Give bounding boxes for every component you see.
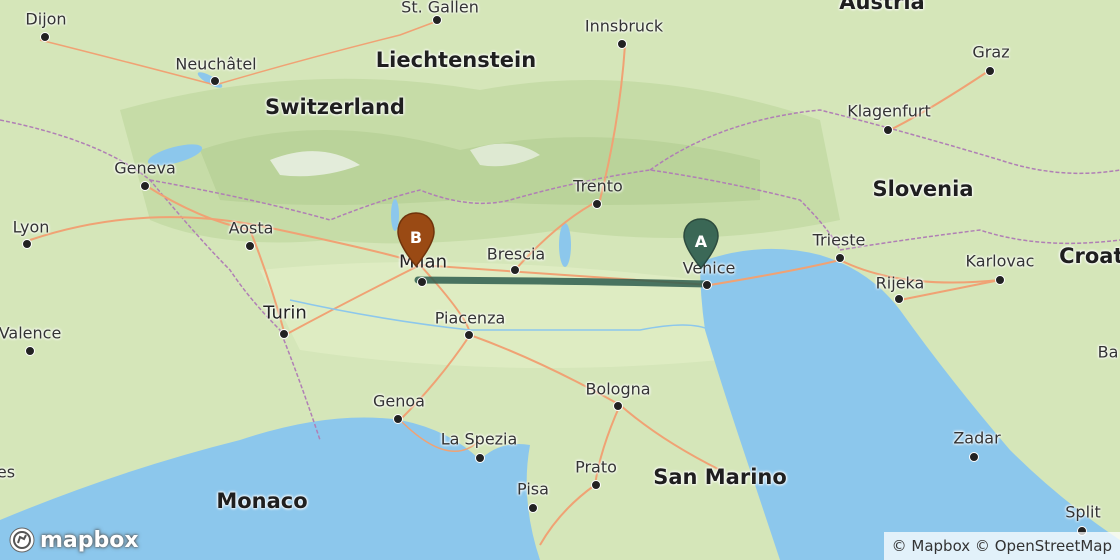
city-label-rijeka: Rijeka xyxy=(875,273,925,293)
route-line xyxy=(414,276,711,288)
city-dot-valence xyxy=(25,346,35,356)
route-end-marker-b[interactable]: B xyxy=(396,212,436,268)
city-label-bologna: Bologna xyxy=(585,379,651,399)
city-label-klagenfurt: Klagenfurt xyxy=(847,101,931,121)
country-label-monaco: Monaco xyxy=(216,489,308,513)
city-label-split: Split xyxy=(1065,502,1101,522)
city-dot-bologna xyxy=(613,401,623,411)
city-dot-trento xyxy=(592,199,602,209)
city-dot-dijon xyxy=(40,32,50,42)
city-dot-venice xyxy=(702,280,712,290)
city-label-neuchatel: Neuchâtel xyxy=(175,54,257,74)
city-label-turin: Turin xyxy=(263,302,307,324)
mapbox-logo-text: mapbox xyxy=(40,527,139,553)
country-label-slovenia: Slovenia xyxy=(872,177,974,201)
city-label-la-spezia: La Spezia xyxy=(440,429,518,449)
city-dot-milan xyxy=(417,277,427,287)
city-dot-pisa xyxy=(528,503,538,513)
city-dot-innsbruck xyxy=(617,39,627,49)
city-label-geneva: Geneva xyxy=(114,158,176,178)
city-label-graz: Graz xyxy=(972,42,1010,62)
marker-a-label: A xyxy=(695,232,708,251)
city-label-trieste: Trieste xyxy=(812,230,866,250)
map-canvas[interactable]: Austria Liechtenstein Switzerland Sloven… xyxy=(0,0,1120,560)
country-label-san-marino: San Marino xyxy=(653,465,787,489)
city-dot-geneva xyxy=(140,181,150,191)
city-dot-trieste xyxy=(835,253,845,263)
city-dot-zadar xyxy=(969,452,979,462)
city-dot-brescia xyxy=(510,265,520,275)
city-label-innsbruck: Innsbruck xyxy=(584,16,664,36)
country-label-austria: Austria xyxy=(839,0,925,14)
city-label-karlovac: Karlovac xyxy=(965,251,1035,271)
mapbox-logo-icon xyxy=(9,527,35,553)
route-layer xyxy=(414,276,711,288)
city-label-lyon: Lyon xyxy=(12,217,50,237)
city-dot-piacenza xyxy=(464,330,474,340)
city-label-genoa: Genoa xyxy=(373,391,425,411)
country-label-switzerland: Switzerland xyxy=(265,95,405,119)
city-dot-la-spezia xyxy=(475,453,485,463)
city-dot-rijeka xyxy=(894,294,904,304)
city-label-ba: Ba xyxy=(1097,342,1119,362)
map-attribution[interactable]: © Mapbox © OpenStreetMap xyxy=(883,532,1120,560)
city-dot-klagenfurt xyxy=(883,125,893,135)
city-label-dijon: Dijon xyxy=(25,9,67,29)
route-start-marker-a[interactable]: A xyxy=(682,218,720,270)
country-label-liechtenstein: Liechtenstein xyxy=(375,48,537,72)
city-label-pisa: Pisa xyxy=(517,479,549,499)
city-dot-lyon xyxy=(22,239,32,249)
city-label-brescia: Brescia xyxy=(486,244,546,264)
city-dot-turin xyxy=(279,329,289,339)
city-dot-neuchatel xyxy=(210,76,220,86)
city-label-aosta: Aosta xyxy=(228,218,274,238)
marker-b-label: B xyxy=(410,228,422,247)
city-label-valence: Valence xyxy=(0,323,62,343)
city-dot-genoa xyxy=(393,414,403,424)
city-dot-prato xyxy=(591,480,601,490)
city-dot-aosta xyxy=(245,241,255,251)
city-label-es: es xyxy=(0,462,16,482)
city-dot-karlovac xyxy=(995,275,1005,285)
country-label-croatia: Croatia xyxy=(1059,244,1120,268)
mapbox-logo[interactable]: mapbox xyxy=(8,526,139,554)
city-dot-graz xyxy=(985,66,995,76)
city-dot-st-gallen xyxy=(432,15,442,25)
city-label-piacenza: Piacenza xyxy=(434,308,506,328)
city-label-st-gallen: St. Gallen xyxy=(401,0,479,17)
city-label-trento: Trento xyxy=(573,176,623,196)
city-label-zadar: Zadar xyxy=(953,428,1001,448)
city-label-prato: Prato xyxy=(575,457,617,477)
